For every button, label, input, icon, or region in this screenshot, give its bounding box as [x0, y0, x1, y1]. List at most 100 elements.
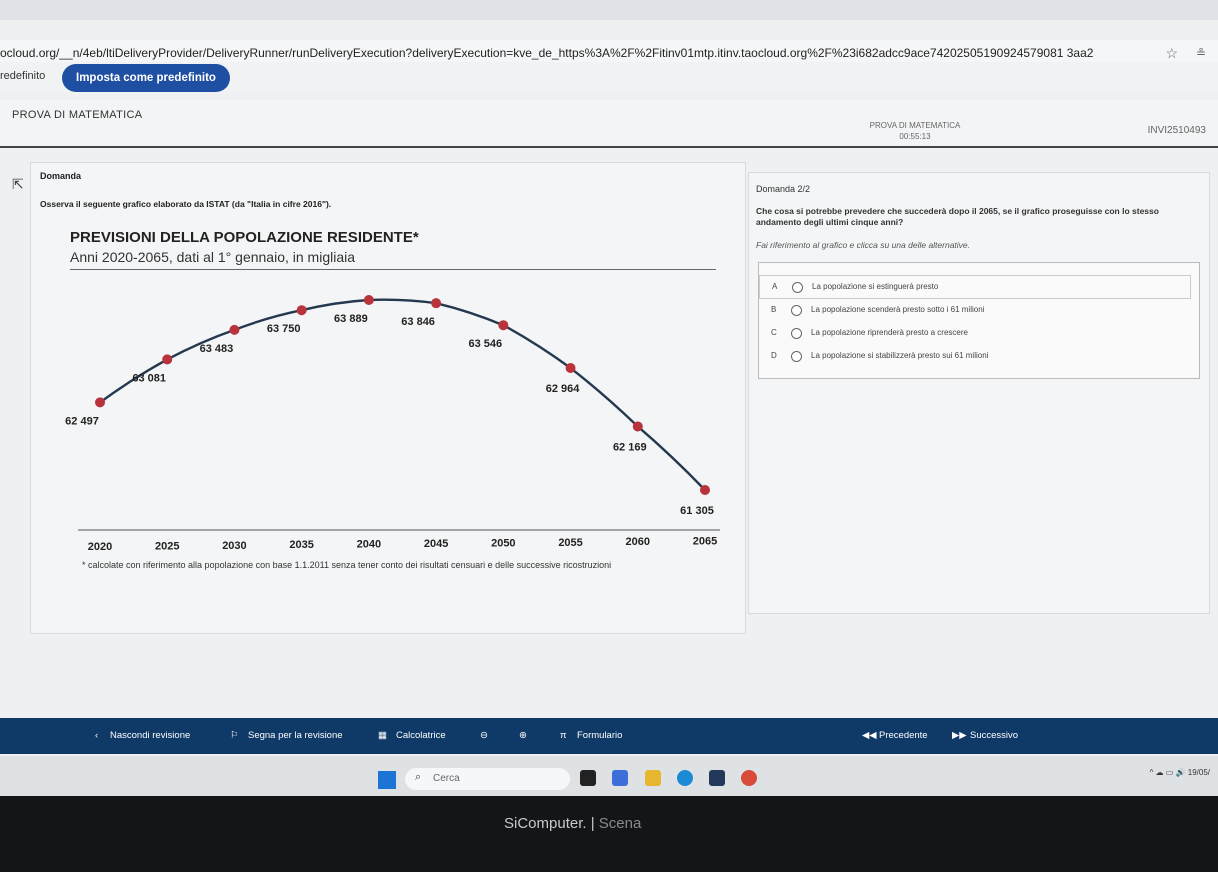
brand-name: SiComputer.	[504, 815, 587, 832]
x-tick-label: 2050	[491, 537, 515, 549]
option-letter: B	[771, 305, 777, 314]
data-label: 63 546	[469, 338, 503, 350]
browser-tab-strip	[0, 0, 1218, 20]
x-tick-label: 2025	[155, 540, 179, 552]
data-label: 62 169	[613, 441, 647, 453]
question-label: Domanda	[40, 171, 82, 181]
formulas-button[interactable]: Formulario	[577, 718, 622, 754]
data-label: 61 305	[680, 505, 714, 517]
option-b[interactable]: B La popolazione scenderà presto sotto i…	[759, 299, 1189, 321]
navigation-bar: ‹ Nascondi revisione ⚐ Segna per la revi…	[0, 718, 1218, 754]
chart-title-rule	[70, 269, 716, 270]
data-point	[700, 485, 710, 495]
taskbar-app-icon[interactable]	[612, 770, 628, 786]
option-text: La popolazione scenderà presto sotto i 6…	[811, 305, 985, 314]
windows-start-icon[interactable]	[378, 771, 396, 789]
brand-sub: Scena	[598, 815, 642, 832]
answer-instruction: Fai riferimento al grafico e clicca su u…	[756, 240, 971, 250]
x-tick-label: 2035	[289, 539, 313, 551]
edge-icon[interactable]	[677, 770, 693, 786]
chart-footnote: * calcolate con riferimento alla popolaz…	[82, 560, 612, 570]
flag-icon[interactable]: ⚐	[230, 718, 239, 754]
option-c[interactable]: C La popolazione riprenderà presto a cre…	[759, 322, 1189, 344]
data-point	[431, 298, 442, 309]
option-a[interactable]: A La popolazione si estinguerà presto	[759, 275, 1191, 299]
test-title: PROVA DI MATEMATICA	[12, 109, 143, 121]
x-tick-label: 2045	[424, 538, 448, 550]
data-label: 63 846	[401, 316, 435, 328]
data-point	[296, 305, 307, 316]
chevron-left-icon[interactable]: ‹	[95, 718, 98, 754]
question-number: Domanda 2/2	[756, 184, 811, 194]
option-letter: A	[772, 282, 778, 291]
mouse-cursor-icon: ⇱	[12, 176, 24, 192]
taskbar-app-icon[interactable]	[580, 770, 596, 786]
question-text: Osserva il seguente grafico elaborato da…	[40, 199, 332, 209]
x-tick-label: 2040	[357, 539, 381, 551]
folder-icon[interactable]	[645, 770, 661, 786]
header-center: PROVA DI MATEMATICA 00:55:13	[860, 120, 970, 142]
tray-date: 19/05/	[1187, 768, 1210, 777]
radio-icon[interactable]	[791, 351, 802, 362]
option-letter: C	[771, 328, 777, 337]
calculator-icon[interactable]: ▦	[378, 718, 387, 754]
x-tick-label: 2055	[558, 537, 582, 549]
option-text: La popolazione si estinguerà presto	[812, 282, 939, 291]
data-point	[632, 421, 643, 432]
system-tray: ^ ☁ ▭ 🔊 19/05/	[1150, 768, 1210, 777]
x-tick-label: 2030	[222, 540, 246, 552]
previous-icon[interactable]: ◀◀	[862, 718, 877, 754]
option-text: La popolazione riprenderà presto a cresc…	[811, 328, 968, 337]
zoom-in-icon[interactable]: ⊕	[519, 718, 527, 754]
chart-subtitle: Anni 2020-2065, dati al 1° gennaio, in m…	[70, 249, 356, 265]
radio-icon[interactable]	[792, 282, 803, 293]
answer-panel	[748, 172, 1210, 614]
set-default-button[interactable]: Imposta come predefinito	[62, 64, 230, 92]
taskbar-search[interactable]: ⌕ Cerca	[405, 768, 570, 790]
pi-icon[interactable]: π	[560, 718, 567, 754]
data-point	[229, 324, 240, 335]
zoom-out-icon[interactable]: ⊖	[480, 718, 488, 754]
flag-review-button[interactable]: Segna per la revisione	[248, 718, 343, 754]
x-tick-label: 2060	[626, 536, 650, 548]
chrome-icon[interactable]	[741, 770, 757, 786]
store-icon[interactable]	[709, 770, 725, 786]
data-label: 63 081	[132, 372, 166, 384]
os-taskbar: ⌕ Cerca ^ ☁ ▭ 🔊 19/05/	[0, 756, 1218, 796]
next-icon[interactable]: ▶▶	[952, 718, 967, 754]
radio-icon[interactable]	[791, 305, 802, 316]
data-point	[95, 397, 105, 408]
data-label: 63 483	[200, 343, 234, 355]
option-letter: D	[771, 351, 777, 360]
data-point	[162, 354, 173, 365]
x-tick-label: 2020	[88, 541, 112, 553]
monitor-brand: SiComputer. | Scena	[504, 815, 641, 832]
next-button[interactable]: Successivo	[970, 718, 1018, 754]
monitor-bezel	[0, 796, 1218, 872]
brand-divider: |	[586, 815, 599, 832]
data-label: 63 750	[267, 323, 301, 335]
previous-button[interactable]: Precedente	[879, 718, 928, 754]
tray-icons[interactable]: ^ ☁ ▭ 🔊	[1150, 768, 1186, 777]
data-point	[565, 363, 576, 374]
search-icon: ⌕	[415, 771, 422, 783]
option-d[interactable]: D La popolazione si stabilizzerà presto …	[759, 345, 1189, 367]
infobar-label: redefinito	[0, 70, 46, 82]
data-label: 62 964	[546, 383, 581, 395]
chart-title: PREVISIONI DELLA POPOLAZIONE RESIDENTE*	[70, 229, 419, 246]
user-id: INVI2510493	[1147, 125, 1206, 136]
default-browser-infobar: redefinito Imposta come predefinito	[0, 62, 1218, 94]
answer-question: Che cosa si potrebbe prevedere che succe…	[756, 206, 1159, 227]
option-text: La popolazione si stabilizzerà presto su…	[811, 351, 989, 360]
calculator-button[interactable]: Calcolatrice	[396, 718, 446, 754]
data-point	[498, 320, 509, 331]
data-label: 63 889	[334, 313, 368, 325]
header-test-name: PROVA DI MATEMATICA	[869, 121, 961, 130]
x-tick-label: 2065	[693, 536, 717, 548]
data-point	[363, 295, 374, 305]
hide-review-button[interactable]: Nascondi revisione	[110, 718, 190, 754]
test-header: PROVA DI MATEMATICA PROVA DI MATEMATICA …	[0, 100, 1218, 148]
radio-icon[interactable]	[791, 328, 802, 339]
timer: 00:55:13	[899, 132, 931, 141]
data-label: 62 497	[65, 415, 99, 427]
